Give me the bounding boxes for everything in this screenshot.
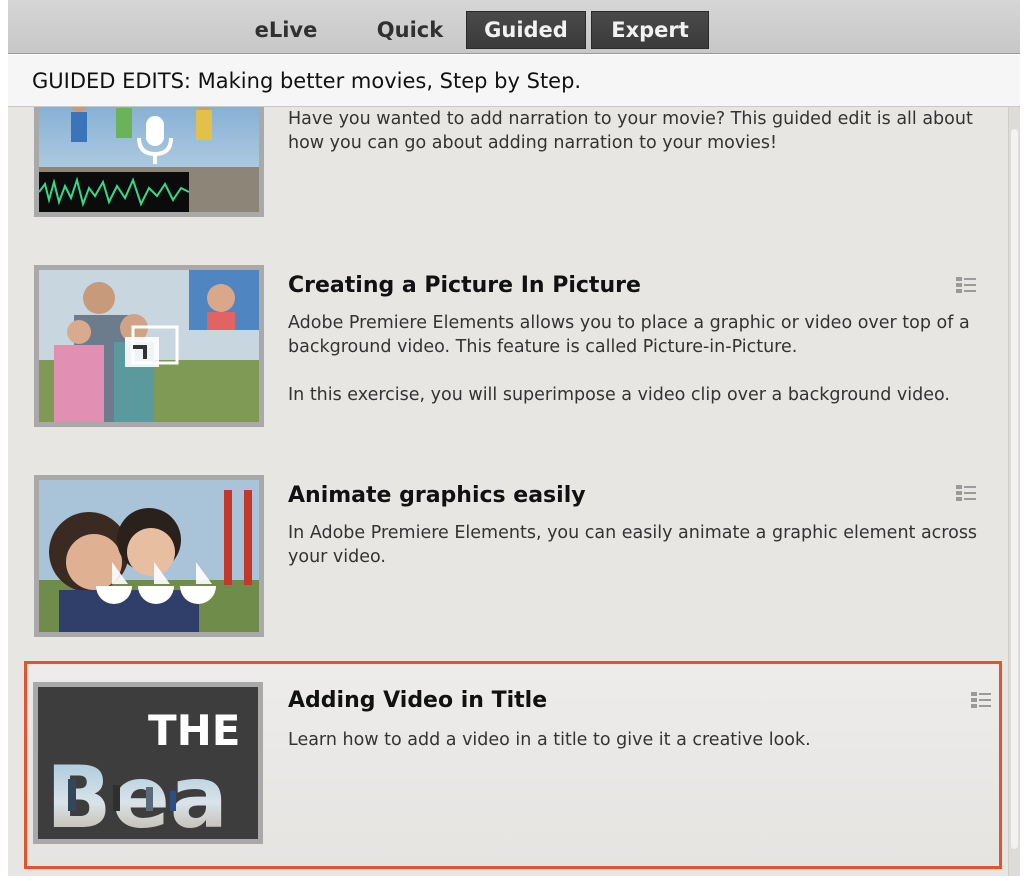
- item-description: Learn how to add a video in a title to g…: [288, 730, 811, 750]
- guided-edit-item-picture-in-picture[interactable]: Creating a Picture In Picture Adobe Prem…: [8, 265, 1006, 435]
- sailboats-graphic: [96, 562, 216, 604]
- item-title: Creating a Picture In Picture: [288, 273, 641, 298]
- list-details-icon[interactable]: [971, 692, 991, 708]
- thumbnail-picture-in-picture: [34, 265, 264, 427]
- mode-bar: eLive Quick Guided Expert: [8, 0, 1020, 54]
- guided-edit-item-animate-graphics[interactable]: Animate graphics easily In Adobe Premier…: [8, 475, 1006, 645]
- tab-quick[interactable]: Quick: [354, 11, 466, 49]
- vertical-scrollbar[interactable]: [1008, 107, 1020, 876]
- item-title: Animate graphics easily: [288, 483, 586, 508]
- guided-edits-header: GUIDED EDITS: Making better movies, Step…: [8, 55, 1020, 107]
- tab-elive[interactable]: eLive: [234, 11, 338, 49]
- guided-edit-item-narration[interactable]: Have you wanted to add narration to your…: [8, 107, 1006, 217]
- thumbnail-narration: [34, 107, 264, 217]
- guided-edits-list[interactable]: Have you wanted to add narration to your…: [8, 107, 1020, 876]
- item-description: Adobe Premiere Elements allows you to pl…: [288, 313, 970, 405]
- thumbnail-animate-graphics: [34, 475, 264, 637]
- item-description: Have you wanted to add narration to your…: [288, 109, 973, 153]
- picture-in-picture-icon: [125, 325, 179, 367]
- item-description: In Adobe Premiere Elements, you can easi…: [288, 523, 978, 567]
- list-details-icon[interactable]: [956, 485, 976, 501]
- microphone-icon: [137, 116, 173, 164]
- item-title: Adding Video in Title: [288, 688, 548, 713]
- scrollbar-thumb[interactable]: [1011, 129, 1018, 849]
- tab-guided[interactable]: Guided: [466, 11, 586, 49]
- header-title: GUIDED EDITS: Making better movies, Step…: [32, 68, 582, 93]
- guided-edit-item-adding-video-in-title[interactable]: THE Bea Adding Video in Title Learn how …: [24, 661, 1002, 869]
- tab-expert[interactable]: Expert: [591, 11, 709, 49]
- thumbnail-adding-video-in-title: THE Bea: [33, 682, 263, 844]
- list-details-icon[interactable]: [956, 277, 976, 293]
